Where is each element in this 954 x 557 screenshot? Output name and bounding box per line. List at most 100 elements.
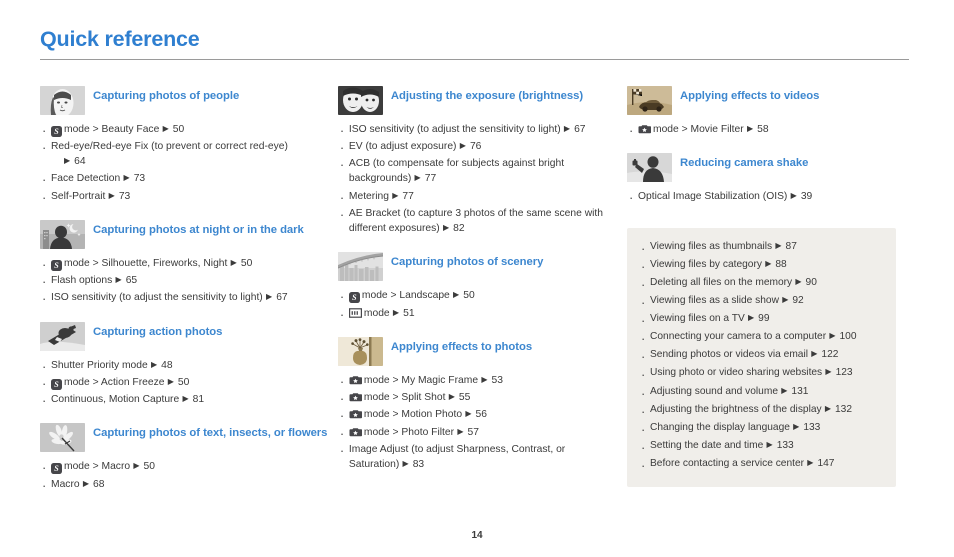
item-label: ISO sensitivity (to adjust the sensitivi… bbox=[348, 123, 561, 135]
reference-item: mode > Movie Filter ▶ 58 bbox=[627, 121, 910, 141]
reference-item: Smode > Action Freeze ▶ 50 bbox=[40, 374, 328, 394]
reference-item: Continuous, Motion Capture ▶ 81 bbox=[40, 391, 328, 411]
column-2: Adjusting the exposure (brightness) ISO s… bbox=[337, 85, 627, 508]
page-arrow-icon: ▶ bbox=[773, 240, 782, 250]
callout-item: Before contacting a service center ▶ 147 bbox=[639, 456, 882, 475]
item-page-number: 53 bbox=[488, 374, 503, 386]
page-arrow-icon: ▶ bbox=[827, 331, 836, 341]
smart-mode-icon: S bbox=[51, 463, 62, 475]
flower-macro-thumbnail bbox=[40, 423, 85, 453]
section-item-list: Smode > Macro ▶ 50Macro ▶ 68 bbox=[40, 458, 328, 496]
reference-item: Self-Portrait ▶ 73 bbox=[40, 188, 328, 208]
reference-item: Red-eye/Red-eye Fix (to prevent or corre… bbox=[40, 138, 328, 169]
item-page-number: 83 bbox=[409, 459, 425, 471]
page-arrow-icon: ▶ bbox=[228, 257, 237, 267]
item-label: Setting the date and time bbox=[650, 439, 764, 451]
section-item-list: ISO sensitivity (to adjust the sensitivi… bbox=[338, 121, 617, 237]
section-title[interactable]: Capturing action photos bbox=[93, 322, 222, 339]
smart-mode-icon: S bbox=[51, 259, 62, 271]
item-page-number: 48 bbox=[158, 359, 173, 371]
column-1: Capturing photos of people Smode > Beauty… bbox=[40, 85, 338, 508]
item-label: mode > Beauty Face bbox=[64, 123, 160, 135]
section-header: Reducing camera shake bbox=[627, 152, 910, 182]
section-header: Capturing action photos bbox=[40, 321, 328, 351]
page-arrow-icon: ▶ bbox=[809, 349, 818, 359]
page-arrow-icon: ▶ bbox=[823, 367, 832, 377]
item-label: mode > Photo Filter bbox=[363, 426, 455, 438]
callout-item: Adjusting the brightness of the display … bbox=[639, 402, 882, 421]
smart-mode-icon: S bbox=[51, 125, 62, 137]
item-page-number: 73 bbox=[130, 173, 146, 185]
section-item-list: mode > Movie Filter ▶ 58 bbox=[627, 121, 910, 141]
reference-section: Applying effects to videos mode > Movie F… bbox=[627, 85, 910, 141]
item-page-number: 50 bbox=[237, 257, 253, 269]
section-title[interactable]: Capturing photos of people bbox=[93, 86, 239, 103]
item-page-ref: ▶ 64 bbox=[64, 156, 86, 168]
callout-item: Adjusting sound and volume ▶ 131 bbox=[639, 384, 882, 403]
item-label: Self-Portrait bbox=[51, 190, 106, 202]
reference-item: Smode > Silhouette, Fireworks, Night ▶ 5… bbox=[40, 255, 328, 275]
page-arrow-icon: ▶ bbox=[390, 307, 400, 317]
section-title[interactable]: Adjusting the exposure (brightness) bbox=[391, 86, 583, 103]
item-page-number: 81 bbox=[189, 394, 205, 406]
section-title[interactable]: Capturing photos of text, insects, or fl… bbox=[93, 423, 327, 440]
section-title[interactable]: Applying effects to photos bbox=[391, 337, 532, 354]
page-arrow-icon: ▶ bbox=[165, 376, 175, 386]
item-label: Face Detection bbox=[51, 173, 121, 185]
item-label: Flash options bbox=[51, 275, 113, 287]
item-page-number: 99 bbox=[755, 313, 770, 325]
page-arrow-icon: ▶ bbox=[822, 403, 832, 413]
item-label: ACB (to compensate for subjects against … bbox=[348, 158, 565, 185]
callout-item: Viewing files by category ▶ 88 bbox=[639, 257, 882, 276]
callout-item: Using photo or video sharing websites ▶ … bbox=[639, 365, 882, 384]
page-arrow-icon: ▶ bbox=[793, 277, 802, 287]
item-page-number: 100 bbox=[836, 331, 857, 343]
callout-item: Setting the date and time ▶ 133 bbox=[639, 438, 882, 457]
item-label: mode > Movie Filter bbox=[653, 123, 744, 135]
callout-item: Viewing files as thumbnails ▶ 87 bbox=[639, 239, 882, 258]
callout-item: Viewing files as a slide show ▶ 92 bbox=[639, 293, 882, 312]
page-arrow-icon: ▶ bbox=[180, 394, 189, 404]
reference-item: Smode > Landscape ▶ 50 bbox=[338, 287, 617, 307]
reference-item: mode ▶ 51 bbox=[338, 305, 617, 325]
item-label: Changing the display language bbox=[650, 421, 790, 433]
item-label: Shutter Priority mode bbox=[51, 359, 148, 371]
section-header: Capturing photos of people bbox=[40, 85, 328, 115]
callout-item: Changing the display language ▶ 133 bbox=[639, 420, 882, 439]
section-title[interactable]: Applying effects to videos bbox=[680, 86, 819, 103]
item-page-number: 132 bbox=[832, 403, 853, 415]
item-page-number: 82 bbox=[450, 223, 465, 235]
item-label: Optical Image Stabilization (OIS) bbox=[638, 190, 788, 202]
section-item-list: Optical Image Stabilization (OIS) ▶ 39 bbox=[627, 188, 910, 208]
magic-mode-icon bbox=[349, 375, 362, 385]
night-scene-thumbnail bbox=[40, 219, 85, 249]
reference-item: ISO sensitivity (to adjust the sensitivi… bbox=[338, 121, 617, 141]
page-arrow-icon: ▶ bbox=[463, 409, 472, 419]
item-page-number: 88 bbox=[772, 258, 787, 270]
item-label: mode > Action Freeze bbox=[64, 376, 165, 388]
magic-mode-icon bbox=[349, 409, 362, 419]
page-arrow-icon: ▶ bbox=[805, 457, 814, 467]
item-page-number: 87 bbox=[782, 240, 797, 252]
item-page-number: 50 bbox=[460, 290, 475, 302]
item-label: Using photo or video sharing websites bbox=[650, 367, 823, 379]
section-title[interactable]: Capturing photos at night or in the dark bbox=[93, 220, 304, 237]
reference-item: Flash options ▶ 65 bbox=[40, 272, 328, 292]
page-arrow-icon: ▶ bbox=[561, 123, 571, 133]
item-label: mode bbox=[363, 307, 390, 319]
item-page-number: 131 bbox=[788, 385, 809, 397]
reference-item: Macro ▶ 68 bbox=[40, 476, 328, 496]
vase-effects-thumbnail bbox=[337, 336, 383, 366]
snowboarder-action-thumbnail bbox=[40, 321, 85, 351]
reference-section: Capturing action photos Shutter Priority … bbox=[40, 321, 328, 411]
item-label: Connecting your camera to a computer bbox=[650, 331, 827, 343]
section-title[interactable]: Reducing camera shake bbox=[680, 153, 808, 170]
item-page-number: 50 bbox=[140, 461, 156, 473]
item-page-number: 123 bbox=[832, 367, 853, 379]
section-header: Capturing photos of scenery bbox=[337, 252, 617, 282]
section-header: Applying effects to videos bbox=[627, 85, 910, 115]
section-title[interactable]: Capturing photos of scenery bbox=[391, 252, 543, 269]
reference-item: mode > Photo Filter ▶ 57 bbox=[338, 424, 617, 444]
page-arrow-icon: ▶ bbox=[160, 123, 169, 133]
camera-shake-thumbnail bbox=[627, 152, 672, 182]
